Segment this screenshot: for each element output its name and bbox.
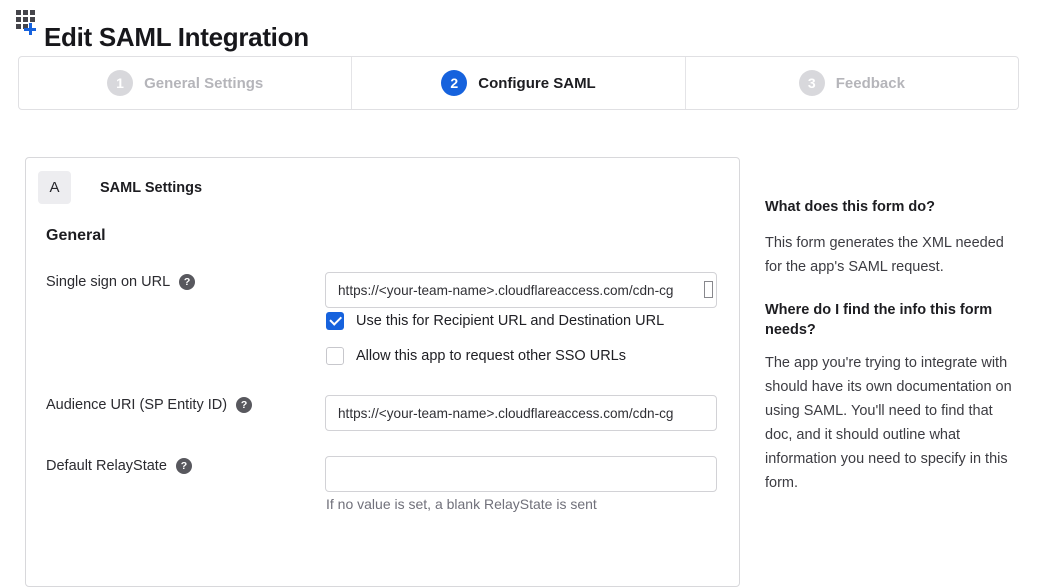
step-number-badge: 2 [441,70,467,96]
audience-uri-label: Audience URI (SP Entity ID) [46,397,227,413]
page-title: Edit SAML Integration [44,22,309,53]
relay-state-label: Default RelayState [46,458,167,474]
audience-uri-label-row: Audience URI (SP Entity ID) ? [46,397,252,413]
other-sso-urls-checkbox-row[interactable]: Allow this app to request other SSO URLs [326,347,626,365]
sso-url-input-wrap [325,272,717,308]
relay-state-input-wrap [325,456,717,492]
step-configure-saml[interactable]: 2 Configure SAML [352,57,685,109]
sso-url-label: Single sign on URL [46,274,170,290]
recipient-url-checkbox-label: Use this for Recipient URL and Destinati… [356,313,664,329]
help-icon[interactable]: ? [176,458,192,474]
step-general-settings[interactable]: 1 General Settings [19,57,352,109]
step-label: Feedback [836,75,905,92]
checkbox-checked-icon[interactable] [326,312,344,330]
audience-uri-input-wrap [325,395,717,431]
help-body-where: The app you're trying to integrate with … [765,351,1017,495]
step-label: General Settings [144,75,263,92]
section-title: SAML Settings [100,180,202,196]
relay-state-helper-text: If no value is set, a blank RelayState i… [326,496,597,512]
help-side-panel: What does this form do? This form genera… [765,197,1017,495]
relay-state-label-row: Default RelayState ? [46,458,192,474]
step-number-badge: 3 [799,70,825,96]
text-cursor [704,281,713,298]
help-icon[interactable]: ? [236,397,252,413]
recipient-url-checkbox-row[interactable]: Use this for Recipient URL and Destinati… [326,312,664,330]
sso-url-label-row: Single sign on URL ? [46,274,195,290]
sso-url-input[interactable] [325,272,717,308]
step-feedback[interactable]: 3 Feedback [686,57,1018,109]
relay-state-input[interactable] [325,456,717,492]
saml-settings-card: A SAML Settings General Single sign on U… [25,157,740,587]
other-sso-urls-checkbox-label: Allow this app to request other SSO URLs [356,348,626,364]
plus-icon [24,23,36,35]
help-icon[interactable]: ? [179,274,195,290]
section-badge: A [38,171,71,204]
checkbox-unchecked-icon[interactable] [326,347,344,365]
audience-uri-input[interactable] [325,395,717,431]
help-heading-what: What does this form do? [765,197,1017,217]
help-heading-where: Where do I find the info this form needs… [765,300,1017,340]
app-grid-plus-icon [16,10,44,36]
wizard-steps-bar: 1 General Settings 2 Configure SAML 3 Fe… [18,56,1019,110]
help-body-what: This form generates the XML needed for t… [765,231,1017,279]
group-heading-general: General [46,227,106,245]
step-number-badge: 1 [107,70,133,96]
step-label: Configure SAML [478,75,596,92]
